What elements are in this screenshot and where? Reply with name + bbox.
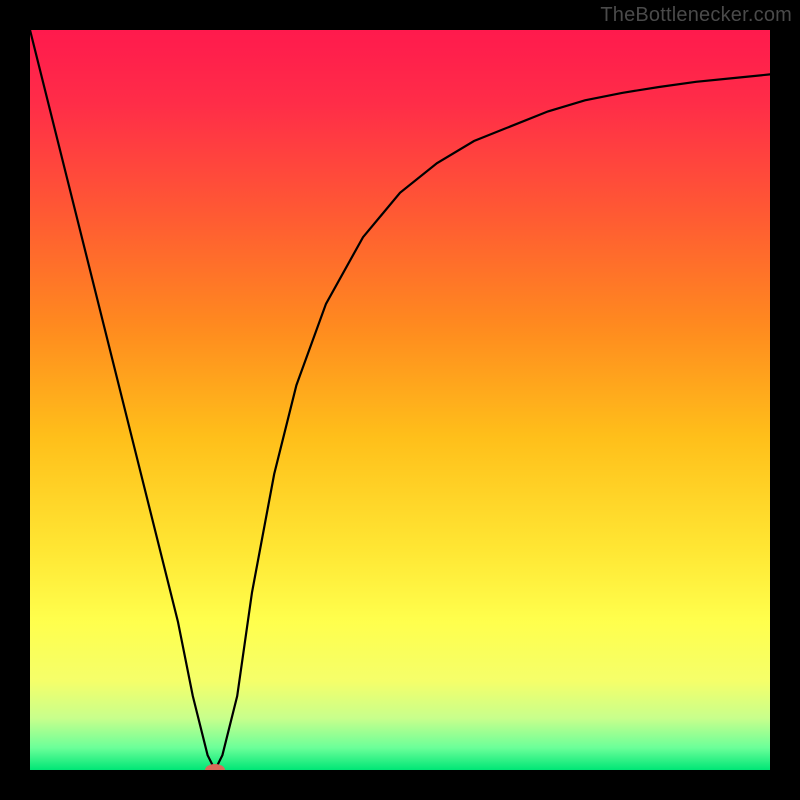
watermark-text: TheBottlenecker.com	[600, 4, 792, 27]
chart-frame: TheBottlenecker.com	[0, 0, 800, 800]
heat-gradient-background	[30, 30, 770, 770]
bottleneck-chart	[30, 30, 770, 770]
